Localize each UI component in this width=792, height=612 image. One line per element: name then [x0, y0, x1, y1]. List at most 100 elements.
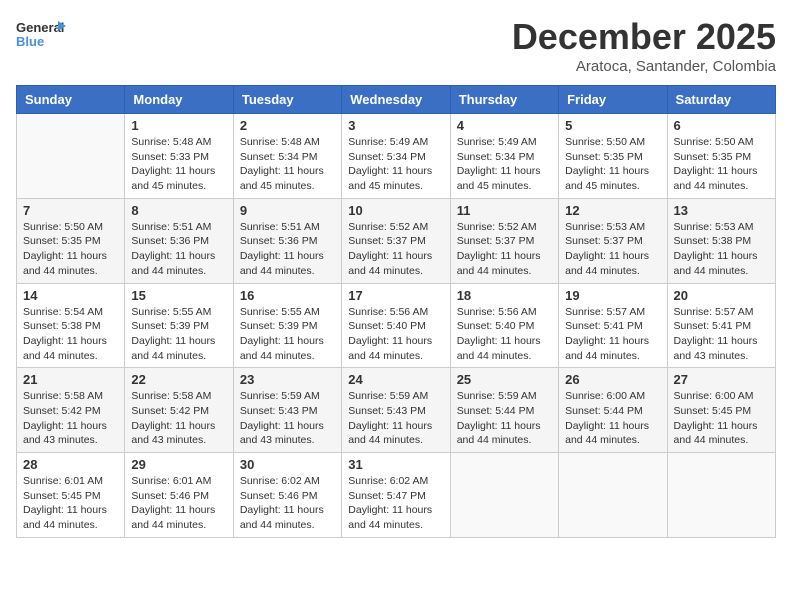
day-11: 11Sunrise: 5:52 AM Sunset: 5:37 PM Dayli…: [450, 198, 558, 283]
weekday-tuesday: Tuesday: [233, 86, 341, 114]
day-14: 14Sunrise: 5:54 AM Sunset: 5:38 PM Dayli…: [17, 283, 125, 368]
day-2: 2 Sunrise: 5:48 AM Sunset: 5:34 PM Daylig…: [233, 114, 341, 199]
logo-svg: General Blue: [16, 16, 66, 52]
day-number-30: 30: [240, 457, 335, 472]
day-18: 18 Sunrise: 5:56 AM Sunset: 5:40 PM Dayli…: [450, 283, 558, 368]
day-31: 31Sunrise: 6:02 AM Sunset: 5:47 PM Dayli…: [342, 453, 450, 538]
day-info-10: Sunrise: 5:52 AM Sunset: 5:37 PM Dayligh…: [348, 220, 443, 279]
day-number-19: 19: [565, 288, 660, 303]
day-info-5: Sunrise: 5:50 AM Sunset: 5:35 PM Dayligh…: [565, 135, 660, 194]
day-number-5: 5: [565, 118, 660, 133]
calendar-table: SundayMondayTuesdayWednesdayThursdayFrid…: [16, 85, 776, 538]
day-info-2: Sunrise: 5:48 AM Sunset: 5:34 PM Dayligh…: [240, 135, 335, 194]
day-13: 13Sunrise: 5:53 AM Sunset: 5:38 PM Dayli…: [667, 198, 775, 283]
day-info-13: Sunrise: 5:53 AM Sunset: 5:38 PM Dayligh…: [674, 220, 769, 279]
day-number-10: 10: [348, 203, 443, 218]
day-info-18: Sunrise: 5:56 AM Sunset: 5:40 PM Dayligh…: [457, 305, 552, 364]
day-5: 5 Sunrise: 5:50 AM Sunset: 5:35 PM Daylig…: [559, 114, 667, 199]
day-number-21: 21: [23, 372, 118, 387]
day-info-22: Sunrise: 5:58 AM Sunset: 5:42 PM Dayligh…: [131, 389, 226, 448]
day-16: 16 Sunrise: 5:55 AM Sunset: 5:39 PM Dayli…: [233, 283, 341, 368]
day-23: 23 Sunrise: 5:59 AM Sunset: 5:43 PM Dayli…: [233, 368, 341, 453]
day-info-27: Sunrise: 6:00 AM Sunset: 5:45 PM Dayligh…: [674, 389, 769, 448]
day-info-23: Sunrise: 5:59 AM Sunset: 5:43 PM Dayligh…: [240, 389, 335, 448]
day-number-6: 6: [674, 118, 769, 133]
weekday-saturday: Saturday: [667, 86, 775, 114]
day-17: 17 Sunrise: 5:56 AM Sunset: 5:40 PM Dayli…: [342, 283, 450, 368]
day-8: 8 Sunrise: 5:51 AM Sunset: 5:36 PM Daylig…: [125, 198, 233, 283]
day-number-26: 26: [565, 372, 660, 387]
day-info-12: Sunrise: 5:53 AM Sunset: 5:37 PM Dayligh…: [565, 220, 660, 279]
day-3: 3 Sunrise: 5:49 AM Sunset: 5:34 PM Daylig…: [342, 114, 450, 199]
day-info-16: Sunrise: 5:55 AM Sunset: 5:39 PM Dayligh…: [240, 305, 335, 364]
day-12: 12 Sunrise: 5:53 AM Sunset: 5:37 PM Dayli…: [559, 198, 667, 283]
day-info-28: Sunrise: 6:01 AM Sunset: 5:45 PM Dayligh…: [23, 474, 118, 533]
calendar-week-2: 7Sunrise: 5:50 AM Sunset: 5:35 PM Daylig…: [17, 198, 776, 283]
empty-cell: [559, 453, 667, 538]
day-info-3: Sunrise: 5:49 AM Sunset: 5:34 PM Dayligh…: [348, 135, 443, 194]
day-info-1: Sunrise: 5:48 AM Sunset: 5:33 PM Dayligh…: [131, 135, 226, 194]
day-info-25: Sunrise: 5:59 AM Sunset: 5:44 PM Dayligh…: [457, 389, 552, 448]
day-number-7: 7: [23, 203, 118, 218]
day-number-15: 15: [131, 288, 226, 303]
day-22: 22Sunrise: 5:58 AM Sunset: 5:42 PM Dayli…: [125, 368, 233, 453]
weekday-friday: Friday: [559, 86, 667, 114]
calendar-week-4: 21 Sunrise: 5:58 AM Sunset: 5:42 PM Dayli…: [17, 368, 776, 453]
day-info-8: Sunrise: 5:51 AM Sunset: 5:36 PM Dayligh…: [131, 220, 226, 279]
day-number-23: 23: [240, 372, 335, 387]
empty-cell: [17, 114, 125, 199]
day-1: 1 Sunrise: 5:48 AM Sunset: 5:33 PM Daylig…: [125, 114, 233, 199]
day-number-16: 16: [240, 288, 335, 303]
day-number-18: 18: [457, 288, 552, 303]
day-info-17: Sunrise: 5:56 AM Sunset: 5:40 PM Dayligh…: [348, 305, 443, 364]
day-number-20: 20: [674, 288, 769, 303]
day-number-4: 4: [457, 118, 552, 133]
day-info-21: Sunrise: 5:58 AM Sunset: 5:42 PM Dayligh…: [23, 389, 118, 448]
day-number-12: 12: [565, 203, 660, 218]
month-title: December 2025: [512, 16, 776, 58]
svg-text:General: General: [16, 20, 64, 35]
day-19: 19Sunrise: 5:57 AM Sunset: 5:41 PM Dayli…: [559, 283, 667, 368]
day-info-11: Sunrise: 5:52 AM Sunset: 5:37 PM Dayligh…: [457, 220, 552, 279]
day-4: 4 Sunrise: 5:49 AM Sunset: 5:34 PM Daylig…: [450, 114, 558, 199]
day-6: 6 Sunrise: 5:50 AM Sunset: 5:35 PM Daylig…: [667, 114, 775, 199]
day-30: 30Sunrise: 6:02 AM Sunset: 5:46 PM Dayli…: [233, 453, 341, 538]
calendar-week-3: 14Sunrise: 5:54 AM Sunset: 5:38 PM Dayli…: [17, 283, 776, 368]
day-number-25: 25: [457, 372, 552, 387]
day-number-1: 1: [131, 118, 226, 133]
day-21: 21 Sunrise: 5:58 AM Sunset: 5:42 PM Dayli…: [17, 368, 125, 453]
day-info-29: Sunrise: 6:01 AM Sunset: 5:46 PM Dayligh…: [131, 474, 226, 533]
day-26: 26 Sunrise: 6:00 AM Sunset: 5:44 PM Dayli…: [559, 368, 667, 453]
day-number-8: 8: [131, 203, 226, 218]
logo: General Blue: [16, 16, 66, 52]
weekday-header-row: SundayMondayTuesdayWednesdayThursdayFrid…: [17, 86, 776, 114]
day-number-29: 29: [131, 457, 226, 472]
weekday-wednesday: Wednesday: [342, 86, 450, 114]
day-25: 25 Sunrise: 5:59 AM Sunset: 5:44 PM Dayli…: [450, 368, 558, 453]
day-number-3: 3: [348, 118, 443, 133]
day-number-28: 28: [23, 457, 118, 472]
day-7: 7Sunrise: 5:50 AM Sunset: 5:35 PM Daylig…: [17, 198, 125, 283]
day-28: 28 Sunrise: 6:01 AM Sunset: 5:45 PM Dayli…: [17, 453, 125, 538]
empty-cell: [667, 453, 775, 538]
day-info-4: Sunrise: 5:49 AM Sunset: 5:34 PM Dayligh…: [457, 135, 552, 194]
day-info-9: Sunrise: 5:51 AM Sunset: 5:36 PM Dayligh…: [240, 220, 335, 279]
weekday-sunday: Sunday: [17, 86, 125, 114]
page-header: General Blue December 2025 Aratoca, Sant…: [16, 16, 776, 75]
empty-cell: [450, 453, 558, 538]
day-number-9: 9: [240, 203, 335, 218]
day-number-27: 27: [674, 372, 769, 387]
day-info-26: Sunrise: 6:00 AM Sunset: 5:44 PM Dayligh…: [565, 389, 660, 448]
calendar-week-1: 1 Sunrise: 5:48 AM Sunset: 5:33 PM Daylig…: [17, 114, 776, 199]
day-number-17: 17: [348, 288, 443, 303]
day-number-2: 2: [240, 118, 335, 133]
day-9: 9 Sunrise: 5:51 AM Sunset: 5:36 PM Daylig…: [233, 198, 341, 283]
day-15: 15 Sunrise: 5:55 AM Sunset: 5:39 PM Dayli…: [125, 283, 233, 368]
day-number-24: 24: [348, 372, 443, 387]
day-info-6: Sunrise: 5:50 AM Sunset: 5:35 PM Dayligh…: [674, 135, 769, 194]
day-24: 24 Sunrise: 5:59 AM Sunset: 5:43 PM Dayli…: [342, 368, 450, 453]
day-info-15: Sunrise: 5:55 AM Sunset: 5:39 PM Dayligh…: [131, 305, 226, 364]
day-info-24: Sunrise: 5:59 AM Sunset: 5:43 PM Dayligh…: [348, 389, 443, 448]
title-area: December 2025 Aratoca, Santander, Colomb…: [512, 16, 776, 75]
day-number-31: 31: [348, 457, 443, 472]
